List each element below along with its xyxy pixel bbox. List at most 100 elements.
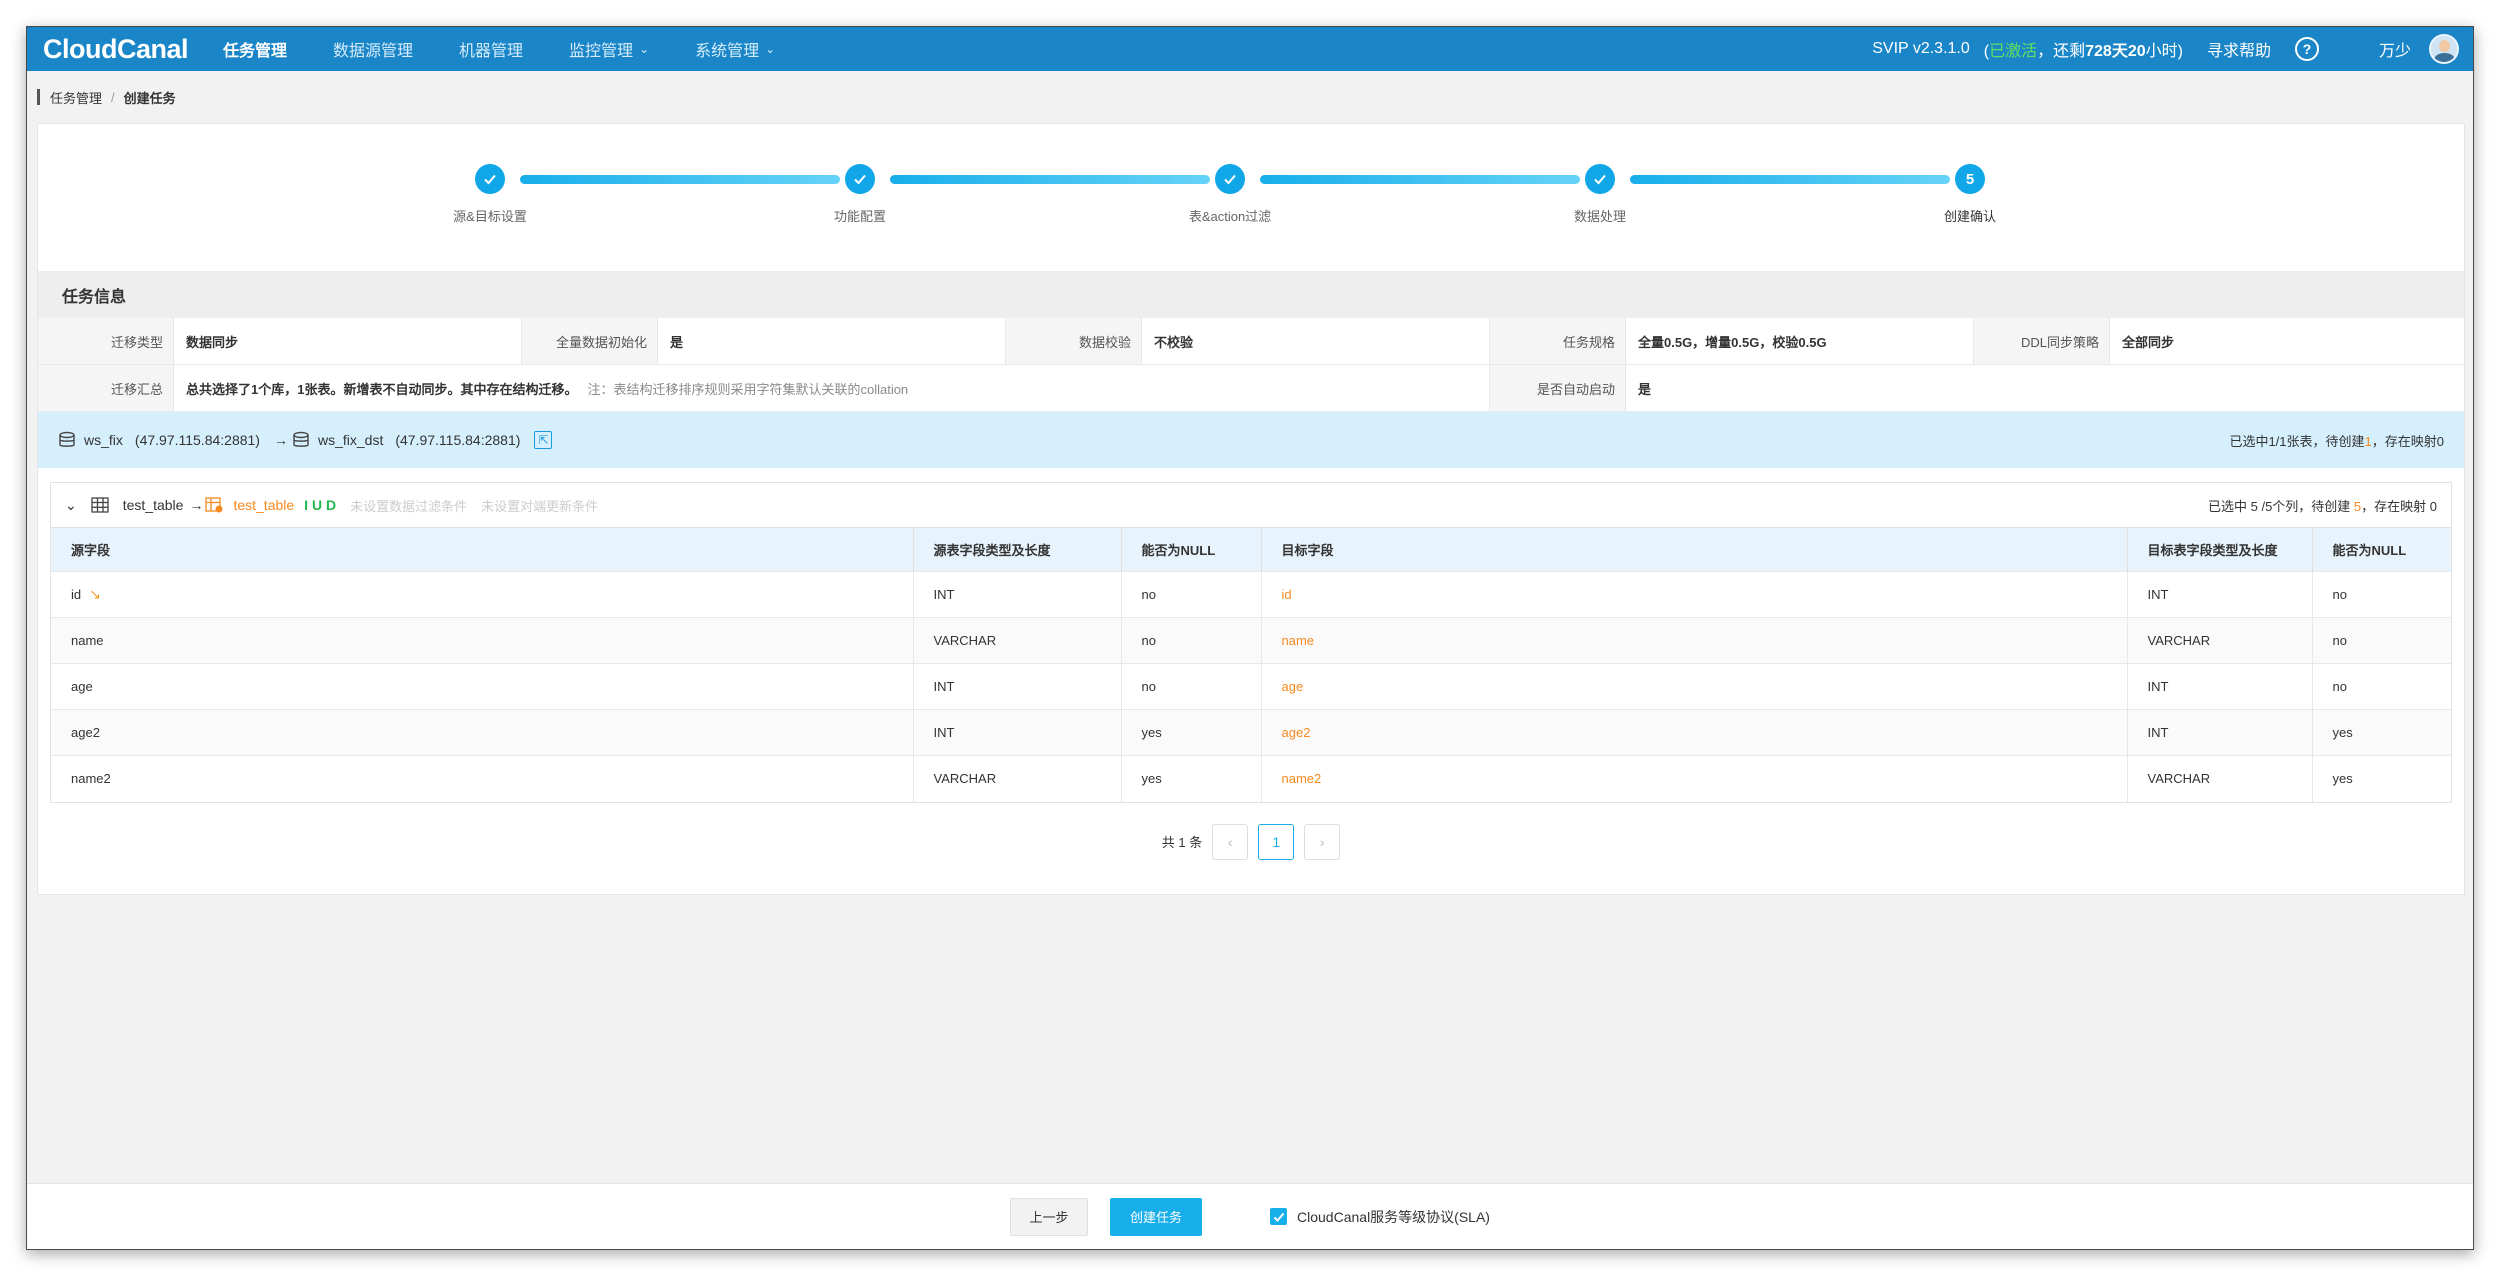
update-condition-hint[interactable]: 未设置对端更新条件: [481, 496, 598, 515]
target-field[interactable]: age2: [1261, 709, 2128, 756]
nav-item-system[interactable]: 系统管理 ⌄: [695, 37, 775, 61]
source-field: name: [51, 617, 914, 664]
target-nullable: no: [2312, 617, 2451, 664]
source-nullable: yes: [1121, 755, 1262, 802]
target-field[interactable]: name2: [1261, 755, 2128, 802]
nav-item-label: 监控管理: [569, 43, 634, 60]
column-summary: 已选中 5 /5个列，待创建 5，存在映射 0: [2208, 496, 2437, 515]
info-key: 全量数据初始化: [522, 318, 658, 364]
sla-checkbox[interactable]: [1270, 1208, 1288, 1225]
summary-text: 总共选择了1个库，1张表。新增表不自动同步。其中存在结构迁移。: [186, 381, 578, 397]
info-key: 迁移类型: [38, 318, 174, 364]
source-field-name: id: [71, 587, 82, 602]
schema-sync-icon[interactable]: ⇱: [534, 431, 553, 449]
target-type: INT: [2127, 571, 2313, 618]
info-value: 是: [1638, 381, 1652, 397]
target-field[interactable]: name: [1261, 617, 2128, 664]
source-type: INT: [913, 571, 1122, 618]
breadcrumb-current: 创建任务: [123, 90, 176, 106]
license-text: ，还剩: [2037, 43, 2086, 60]
step-label: 创建确认: [1943, 209, 1996, 224]
column-summary-text: ，存在映射 0: [2361, 498, 2437, 514]
info-value: 全部同步: [2122, 334, 2175, 350]
target-db-addr: (47.97.115.84:2881): [395, 432, 521, 448]
info-key: 迁移汇总: [38, 365, 174, 411]
step-2: 功能配置: [760, 164, 960, 225]
target-db-name: ws_fix_dst: [317, 432, 384, 448]
info-value: 数据同步: [174, 318, 522, 364]
previous-step-button[interactable]: 上一步: [1010, 1197, 1089, 1236]
step-4: 数据处理: [1500, 164, 1700, 225]
primary-key-icon: ↘: [89, 586, 101, 602]
table-mapping-panel: ⌄ test_table → test_table I U D 未设置数据过滤条…: [50, 482, 2452, 803]
next-page-button[interactable]: ›: [1304, 823, 1341, 860]
nav-item-label: 系统管理: [695, 43, 760, 60]
check-icon: [1585, 164, 1615, 194]
source-field: age: [51, 663, 914, 710]
nav-item-machines[interactable]: 机器管理: [459, 37, 523, 61]
chevron-down-icon: ⌄: [765, 42, 776, 56]
data-filter-hint[interactable]: 未设置数据过滤条件: [350, 496, 467, 515]
help-icon[interactable]: ?: [2294, 37, 2319, 61]
new-table-icon: [205, 497, 223, 513]
db-summary-pending: 1: [2364, 433, 2372, 449]
nav-item-datasources[interactable]: 数据源管理: [333, 37, 413, 61]
table-row: name2 VARCHAR yes name2 VARCHAR yes: [51, 755, 2451, 802]
db-summary: 已选中1/1张表，待创建1，存在映射0: [2229, 431, 2444, 450]
column-summary-text: 已选中 5 /5个列，待创建: [2208, 498, 2351, 514]
source-type: INT: [913, 663, 1122, 710]
prev-page-button[interactable]: ‹: [1212, 823, 1249, 860]
info-value: 总共选择了1个库，1张表。新增表不自动同步。其中存在结构迁移。 注：表结构迁移排序…: [174, 365, 1490, 411]
step-label: 表&action过滤: [1188, 209, 1272, 224]
target-nullable: no: [2312, 571, 2451, 618]
source-table-name: test_table: [122, 497, 184, 513]
license-info: (已激活，还剩728天20小时): [1984, 37, 2183, 61]
nav-item-label: 任务管理: [223, 43, 288, 60]
pagination-total: 共 1 条: [1161, 835, 1203, 850]
check-icon: [1273, 1212, 1284, 1222]
target-table-name[interactable]: test_table: [233, 497, 294, 513]
task-info-title: 任务信息: [38, 272, 2464, 318]
nav-item-label: 数据源管理: [333, 43, 414, 60]
check-icon: [845, 164, 875, 194]
dml-actions[interactable]: I U D: [304, 497, 336, 513]
info-value: 不校验: [1142, 318, 1490, 364]
target-field[interactable]: age: [1261, 663, 2128, 710]
column-mapping-table: 源字段 源表字段类型及长度 能否为NULL 目标字段 目标表字段类型及长度 能否…: [51, 527, 2451, 802]
user-name[interactable]: 万少: [2379, 37, 2411, 61]
help-link[interactable]: 寻求帮助: [2207, 37, 2271, 61]
source-field: name2: [51, 755, 914, 802]
create-task-button[interactable]: 创建任务: [1110, 1197, 1203, 1236]
column-header: 目标表字段类型及长度: [2127, 527, 2313, 572]
db-mapping-banner: ws_fix (47.97.115.84:2881) → ws_fix_dst …: [38, 412, 2464, 468]
column-header: 源字段: [51, 527, 914, 572]
info-key: DDL同步策略: [1974, 318, 2110, 364]
pagination: 共 1 条 ‹ 1 ›: [38, 803, 2464, 881]
chevron-down-icon: ⌄: [639, 42, 650, 56]
step-number: 5: [1955, 164, 1985, 194]
target-field[interactable]: id: [1261, 571, 2128, 618]
nav-item-tasks[interactable]: 任务管理: [223, 37, 287, 61]
avatar[interactable]: [2429, 34, 2459, 64]
step-label: 源&目标设置: [453, 209, 527, 224]
breadcrumb-parent[interactable]: 任务管理: [50, 88, 102, 107]
step-3: 表&action过滤: [1130, 164, 1330, 225]
column-header: 目标字段: [1261, 527, 2128, 572]
table-icon: [91, 497, 109, 513]
page-button-current[interactable]: 1: [1258, 823, 1295, 860]
sla-agreement[interactable]: CloudCanal服务等级协议(SLA): [1270, 1207, 1490, 1227]
nav-item-monitoring[interactable]: 监控管理 ⌄: [569, 37, 649, 61]
step-label: 功能配置: [833, 209, 886, 224]
source-nullable: no: [1121, 663, 1262, 710]
source-field: id ↘: [51, 571, 914, 618]
arrow-right-icon: →: [273, 432, 288, 448]
source-nullable: no: [1121, 617, 1262, 664]
sla-label[interactable]: CloudCanal服务等级协议(SLA): [1297, 1207, 1490, 1227]
version-label: SVIP v2.3.1.0: [1872, 40, 1970, 57]
collapse-icon[interactable]: ⌄: [65, 497, 77, 514]
step-progress: 源&目标设置 功能配置 表&action过滤 数据处理 5 创建确认: [38, 124, 2464, 272]
target-nullable: yes: [2312, 755, 2451, 802]
logo[interactable]: CloudCanal: [27, 34, 223, 65]
target-type: VARCHAR: [2127, 755, 2313, 802]
task-info-row: 迁移汇总 总共选择了1个库，1张表。新增表不自动同步。其中存在结构迁移。 注：表结…: [38, 365, 2464, 412]
